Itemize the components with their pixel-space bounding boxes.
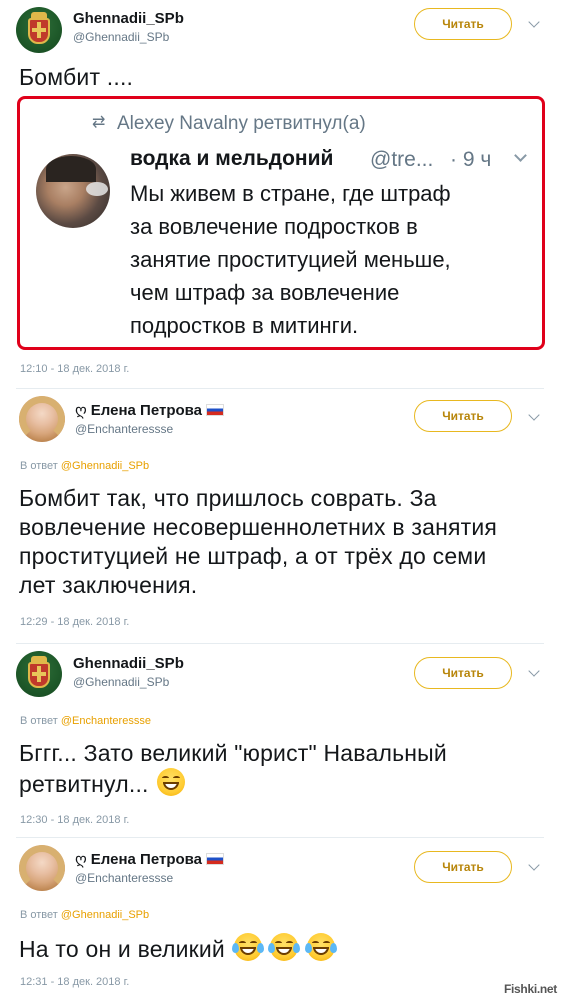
reply-mention-link[interactable]: @Ghennadii_SPb: [61, 460, 149, 472]
face-with-tears-of-joy-icon: [268, 933, 301, 961]
author-handle[interactable]: @Ghennadii_SPb: [73, 30, 169, 44]
reply-mention-link[interactable]: @Ghennadii_SPb: [61, 909, 149, 921]
tweet-text-line: Бомбит так, что пришлось соврать. За: [19, 485, 437, 511]
reply-mention-link[interactable]: @Enchanteressse: [61, 715, 151, 727]
follow-button[interactable]: Читать: [414, 8, 512, 40]
avatar[interactable]: [16, 7, 62, 53]
embedded-author-name: водка и мельдоний: [130, 147, 334, 170]
tweet-text-line-with-emoji: ретвитнул...: [19, 768, 447, 799]
tweet-3: Ghennadii_SPb @Ghennadii_SPb Читать В от…: [0, 645, 563, 835]
reply-context: В ответ @Enchanteressse: [20, 715, 151, 727]
tweet-text: Бомбит так, что пришлось соврать. За вов…: [19, 484, 497, 600]
embedded-avatar: [36, 154, 110, 228]
reply-context: В ответ @Ghennadii_SPb: [20, 909, 149, 921]
watermark: Fishki.net: [503, 982, 557, 996]
embedded-relative-time: · 9 ч: [450, 148, 492, 171]
russia-flag-icon: [206, 404, 225, 416]
face-with-tears-of-joy-icon: [231, 933, 264, 961]
embedded-text-line: занятие проституцией меньше,: [130, 247, 451, 272]
embedded-text-line: подростков в митинги.: [130, 313, 359, 338]
author-prefix: ღ: [75, 851, 87, 868]
reply-context: В ответ @Ghennadii_SPb: [20, 460, 149, 472]
avatar[interactable]: [19, 396, 65, 442]
reply-prefix: В ответ: [20, 715, 58, 727]
reply-prefix: В ответ: [20, 460, 58, 472]
tweet-2: ღ Елена Петрова @Enchanteressse Читать В …: [0, 390, 563, 640]
retweet-label: Alexey Navalny ретвитнул(а): [117, 113, 366, 134]
tweet-text: Бггг... Зато великий "юрист" Навальный р…: [19, 739, 447, 799]
tweet-text-line: проституцией не штраф, а от трёх до семи: [19, 543, 487, 569]
chevron-down-icon[interactable]: [528, 665, 540, 677]
tweet-timestamp[interactable]: 12:31 - 18 дек. 2018 г.: [20, 976, 129, 988]
tweet-text-line: Бггг... Зато великий "юрист" Навальный: [19, 740, 447, 766]
embedded-text-line: за вовлечение подростков в: [130, 214, 418, 239]
author-name[interactable]: Ghennadii_SPb: [73, 655, 184, 672]
divider: [16, 837, 544, 838]
tweet-text: Бомбит ....: [19, 64, 134, 90]
author-name-text: Елена Петрова: [90, 402, 203, 419]
tweet-timestamp[interactable]: 12:30 - 18 дек. 2018 г.: [20, 814, 129, 826]
author-prefix: ღ: [75, 402, 87, 419]
chevron-down-icon[interactable]: [528, 409, 540, 421]
author-name[interactable]: ღ Елена Петрова: [75, 401, 225, 419]
author-name[interactable]: ღ Елена Петрова: [75, 850, 225, 868]
reply-prefix: В ответ: [20, 909, 58, 921]
embedded-text-line: чем штраф за вовлечение: [130, 280, 400, 305]
tweet-text-line: ретвитнул...: [19, 771, 149, 797]
follow-button[interactable]: Читать: [414, 657, 512, 689]
tweet-text-line: На то он и великий: [19, 936, 225, 962]
tweet-text-line: лет заключения.: [19, 572, 198, 598]
tweet-4: ღ Елена Петрова @Enchanteressse Читать В …: [0, 839, 563, 999]
divider: [16, 388, 544, 389]
face-with-tears-of-joy-icon: [304, 933, 337, 961]
chevron-down-icon[interactable]: [528, 16, 540, 28]
retweet-icon: ⇄: [92, 114, 106, 131]
divider: [16, 643, 544, 644]
follow-button[interactable]: Читать: [414, 851, 512, 883]
embedded-tweet-text: Мы живем в стране, где штраф за вовлечен…: [130, 177, 451, 342]
chevron-down-icon: [514, 149, 527, 162]
avatar[interactable]: [19, 845, 65, 891]
tweet-timestamp[interactable]: 12:29 - 18 дек. 2018 г.: [20, 616, 129, 628]
tweet-1: Ghennadii_SPb @Ghennadii_SPb Читать Бомб…: [0, 0, 563, 385]
embedded-text-line: Мы живем в стране, где штраф: [130, 181, 451, 206]
follow-button[interactable]: Читать: [414, 400, 512, 432]
chevron-down-icon[interactable]: [528, 859, 540, 871]
author-handle[interactable]: @Ghennadii_SPb: [73, 675, 169, 689]
author-handle[interactable]: @Enchanteressse: [75, 422, 173, 436]
avatar[interactable]: [16, 651, 62, 697]
russia-flag-icon: [206, 853, 225, 865]
author-name[interactable]: Ghennadii_SPb: [73, 10, 184, 27]
tweet-timestamp[interactable]: 12:10 - 18 дек. 2018 г.: [20, 363, 129, 375]
embedded-screenshot: ⇄ Alexey Navalny ретвитнул(а) водка и ме…: [17, 96, 545, 350]
author-name-text: Елена Петрова: [90, 851, 203, 868]
embedded-author-handle: @tre...: [370, 148, 434, 171]
author-handle[interactable]: @Enchanteressse: [75, 871, 173, 885]
grinning-face-icon: [157, 768, 186, 796]
tweet-text: На то он и великий: [19, 933, 337, 964]
tweet-text-line: вовлечение несовершеннолетних в занятия: [19, 514, 498, 540]
